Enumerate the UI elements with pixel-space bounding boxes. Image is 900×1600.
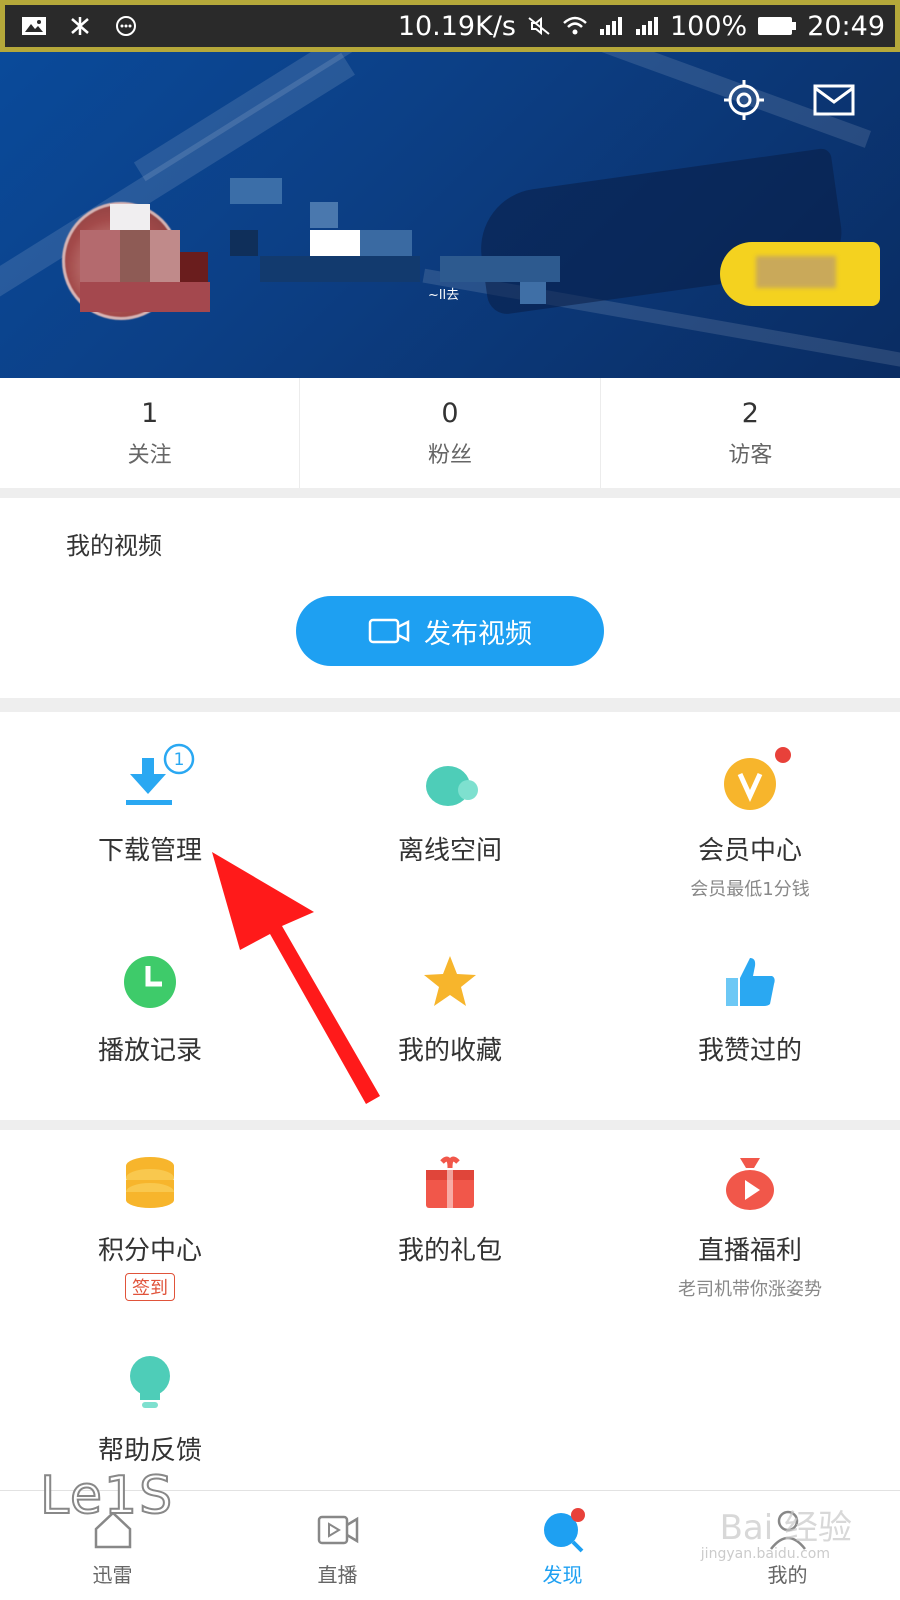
help-feedback-item[interactable]: 帮助反馈 <box>0 1352 300 1467</box>
stat-visitors[interactable]: 2 访客 <box>601 378 900 488</box>
liked-item[interactable]: 我赞过的 <box>600 952 900 1067</box>
stat-label: 访客 <box>728 442 773 468</box>
download-count-badge: 1 <box>163 743 195 775</box>
sign-in-tag[interactable]: 签到 <box>125 1273 175 1301</box>
my-videos-title: 我的视频 <box>66 532 162 560</box>
vip-badge[interactable] <box>720 242 880 306</box>
publish-video-button[interactable]: 发布视频 <box>296 596 604 666</box>
grid-item-label: 我的礼包 <box>397 1236 502 1266</box>
favorites-item[interactable]: 我的收藏 <box>300 952 600 1067</box>
watermark-right-sub: jingyan.baidu.com <box>700 1546 830 1562</box>
mosaic-block <box>520 282 546 304</box>
coins-icon <box>120 1152 180 1212</box>
star-icon <box>420 952 480 1012</box>
grid-item-label: 会员中心 <box>697 836 802 866</box>
mosaic-block <box>230 230 258 256</box>
download-manager-item[interactable]: 1 下载管理 <box>0 743 300 867</box>
gift-icon <box>420 1152 480 1212</box>
my-videos-section: 我的视频 发布视频 <box>0 498 900 698</box>
feature-grid-1: 1 下载管理 离线空间 会员中心 会员最低1分钱 播放记录 我的收藏 我赞过的 <box>0 712 900 1120</box>
red-dot-icon <box>775 747 791 763</box>
stat-value: 1 <box>141 397 159 429</box>
nav-live[interactable]: 直播 <box>225 1491 450 1600</box>
nav-label: 直播 <box>317 1563 358 1587</box>
discover-icon <box>543 1508 585 1553</box>
mosaic-block <box>110 204 150 230</box>
lightbulb-icon <box>120 1352 180 1412</box>
gear-icon[interactable] <box>722 78 766 122</box>
nav-label: 我的 <box>767 1563 808 1587</box>
mosaic-block <box>310 230 362 256</box>
mosaic-block <box>80 230 120 282</box>
transfer-icon <box>71 17 89 35</box>
points-center-item[interactable]: 积分中心 签到 <box>0 1152 300 1301</box>
mosaic-block <box>230 178 282 204</box>
grid-item-label: 离线空间 <box>397 836 502 866</box>
image-notification-icon <box>22 17 46 35</box>
status-bar: 10.19K/s 100% 20:49 <box>0 0 900 52</box>
live-benefits-item[interactable]: 直播福利 老司机带你涨姿势 <box>600 1152 900 1301</box>
stats-row: 1 关注 0 粉丝 2 访客 <box>0 378 900 488</box>
cloud-icon <box>420 752 480 812</box>
mosaic-block <box>80 282 210 312</box>
mosaic-block <box>150 230 180 282</box>
battery-icon <box>758 17 797 35</box>
grid-item-label: 帮助反馈 <box>97 1436 202 1466</box>
mosaic-block <box>260 256 420 282</box>
offline-space-item[interactable]: 离线空间 <box>300 752 600 867</box>
thumbs-up-icon <box>720 952 780 1012</box>
vip-center-item[interactable]: 会员中心 会员最低1分钱 <box>600 747 900 901</box>
network-speed: 10.19K/s <box>397 10 516 42</box>
mosaic-block <box>360 230 412 256</box>
download-icon: 1 <box>120 743 195 812</box>
clock-time: 20:49 <box>807 10 885 42</box>
money-bag-icon <box>720 1152 780 1212</box>
stat-value: 0 <box>441 397 459 429</box>
watermark-right: Bai 经验 <box>719 1508 852 1548</box>
grid-item-label: 下载管理 <box>97 836 202 866</box>
grid-item-label: 直播福利 <box>697 1236 802 1266</box>
stat-value: 2 <box>741 397 759 429</box>
stat-following[interactable]: 1 关注 <box>0 378 301 488</box>
feature-grid-2: 积分中心 签到 我的礼包 直播福利 老司机带你涨姿势 帮助反馈 <box>0 1130 900 1490</box>
download-badge-count: 1 <box>174 750 185 770</box>
video-camera-icon <box>368 618 410 644</box>
mosaic-block <box>440 256 560 282</box>
signal-icon-2 <box>635 17 658 35</box>
mosaic-block <box>180 252 208 282</box>
nickname-partial: ~ll去 <box>428 288 460 303</box>
publish-video-label: 发布视频 <box>424 618 532 650</box>
vip-icon <box>720 747 791 812</box>
mail-icon[interactable] <box>812 78 856 122</box>
mute-icon <box>528 16 550 36</box>
battery-percent: 100% <box>669 10 748 42</box>
grid-item-label: 积分中心 <box>97 1236 202 1266</box>
watermark-left: Le1S <box>39 1465 175 1527</box>
more-circle-icon <box>116 16 136 36</box>
video-icon <box>317 1515 358 1545</box>
play-history-item[interactable]: 播放记录 <box>0 952 300 1067</box>
stat-label: 关注 <box>127 442 172 468</box>
stat-fans[interactable]: 0 粉丝 <box>300 378 601 488</box>
signal-icon <box>599 17 622 35</box>
profile-header: ~ll去 <box>0 52 900 378</box>
nav-label: 发现 <box>542 1563 583 1587</box>
grid-item-label: 播放记录 <box>97 1036 202 1066</box>
mosaic-block <box>120 230 150 282</box>
nav-discover[interactable]: 发现 <box>450 1491 675 1600</box>
gift-pack-item[interactable]: 我的礼包 <box>300 1152 600 1267</box>
grid-item-label: 我的收藏 <box>397 1036 502 1066</box>
vip-badge-blur <box>756 256 836 288</box>
mosaic-block <box>310 202 338 228</box>
stat-label: 粉丝 <box>427 442 472 468</box>
nav-label: 迅雷 <box>92 1563 133 1587</box>
wifi-icon <box>563 16 587 35</box>
grid-item-sub: 老司机带你涨姿势 <box>678 1279 822 1300</box>
grid-item-label: 我赞过的 <box>697 1036 802 1066</box>
clock-icon <box>120 952 180 1012</box>
grid-item-sub: 会员最低1分钱 <box>690 879 810 900</box>
